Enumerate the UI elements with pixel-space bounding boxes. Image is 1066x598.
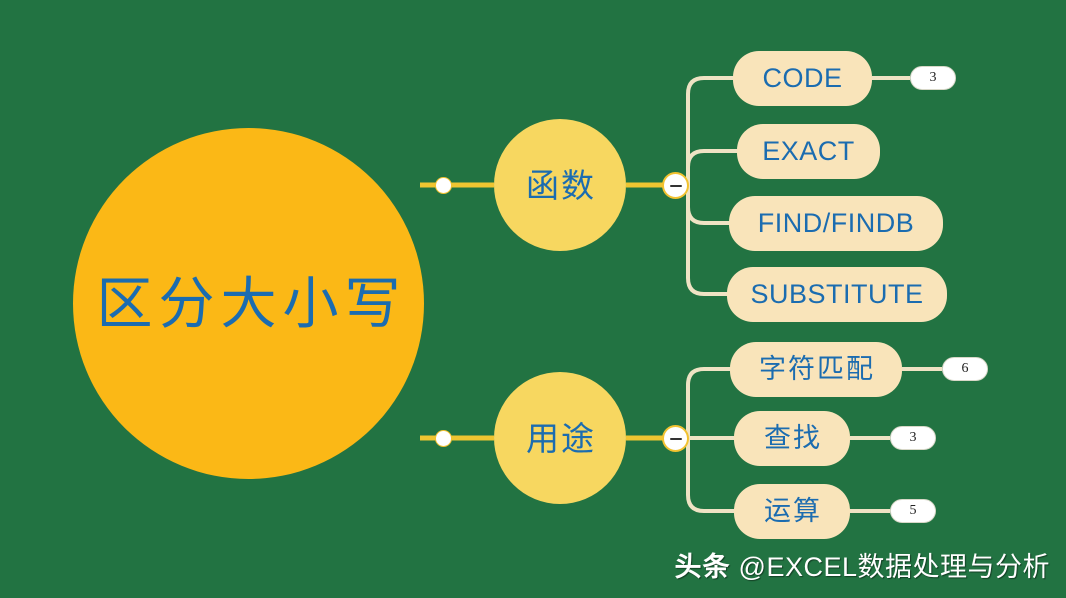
branch-node-functions-label: 函数 (526, 166, 596, 204)
leaf-node-code[interactable]: CODE (733, 51, 872, 106)
leaf-node-lookup[interactable]: 查找 (734, 411, 850, 466)
collapse-toggle-usage[interactable] (662, 425, 689, 452)
watermark-brand: 头条 (674, 552, 731, 582)
badge-character-match[interactable]: 6 (942, 357, 988, 381)
leaf-node-character-match[interactable]: 字符匹配 (730, 342, 902, 397)
branch-node-usage[interactable]: 用途 (494, 372, 626, 504)
badge-code-label: 3 (929, 70, 937, 85)
root-node-label: 区分大小写 (96, 271, 407, 335)
badge-lookup-label: 3 (909, 430, 917, 445)
mindmap-canvas: 区分大小写 函数 CODE 3 EXACT FIND/FINDB SUBSTIT… (0, 0, 1066, 598)
watermark-handle: @EXCEL数据处理与分析 (738, 552, 1050, 582)
leaf-node-find-findb[interactable]: FIND/FINDB (729, 196, 943, 251)
collapse-toggle-functions[interactable] (662, 172, 689, 199)
minus-icon (669, 437, 682, 440)
leaf-node-character-match-label: 字符匹配 (759, 354, 875, 384)
watermark: 头条 @EXCEL数据处理与分析 (675, 545, 1050, 584)
branch-node-usage-label: 用途 (526, 419, 596, 457)
minus-icon (669, 184, 682, 187)
badge-code[interactable]: 3 (910, 66, 956, 90)
joint-dot-usage (435, 430, 452, 447)
badge-operation-label: 5 (909, 503, 917, 518)
badge-operation[interactable]: 5 (890, 499, 936, 523)
leaf-node-find-findb-label: FIND/FINDB (757, 208, 915, 238)
leaf-node-lookup-label: 查找 (764, 423, 822, 453)
root-node[interactable]: 区分大小写 (73, 128, 424, 479)
leaf-node-operation-label: 运算 (764, 496, 822, 526)
badge-character-match-label: 6 (961, 361, 969, 376)
branch-node-functions[interactable]: 函数 (494, 119, 626, 251)
leaf-node-exact[interactable]: EXACT (737, 124, 880, 179)
leaf-node-operation[interactable]: 运算 (734, 484, 850, 539)
joint-dot-functions (435, 177, 452, 194)
leaf-node-exact-label: EXACT (762, 136, 855, 166)
leaf-node-code-label: CODE (762, 63, 843, 93)
leaf-node-substitute[interactable]: SUBSTITUTE (727, 267, 947, 322)
badge-lookup[interactable]: 3 (890, 426, 936, 450)
leaf-node-substitute-label: SUBSTITUTE (750, 279, 924, 309)
